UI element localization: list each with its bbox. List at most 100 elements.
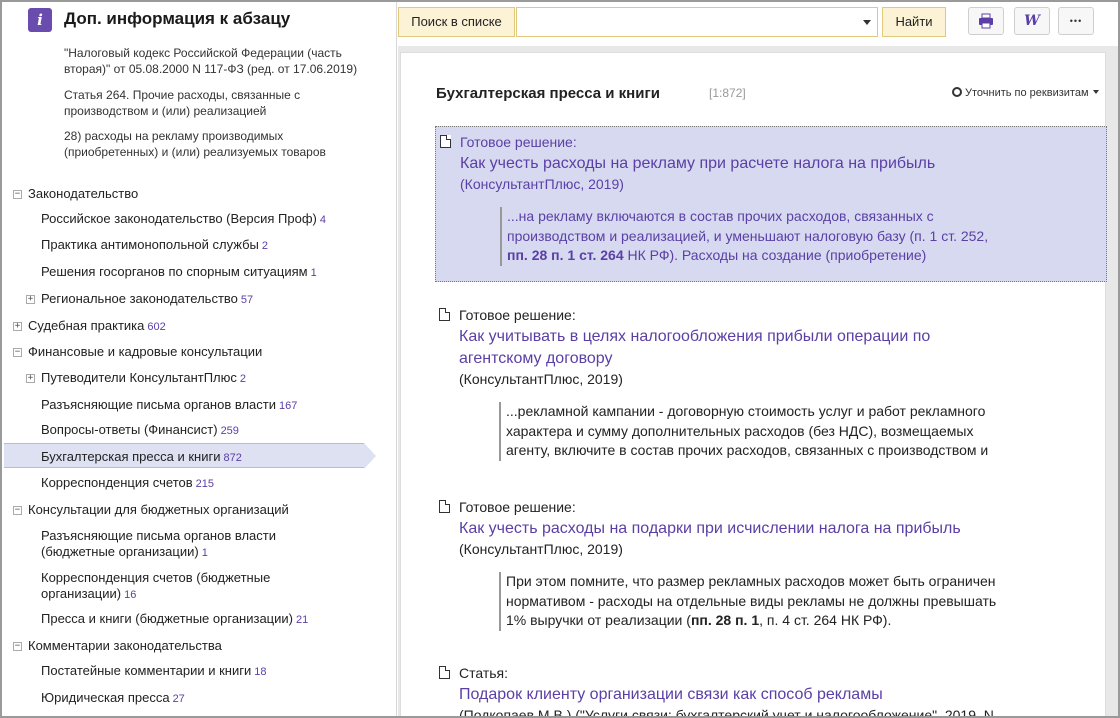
tree-item[interactable]: Бухгалтерская пресса и книги 872 [41, 449, 242, 466]
tree-item-count: 1 [310, 267, 317, 279]
result-type: Готовое решение: [460, 134, 577, 150]
tree-item[interactable]: Законодательство [28, 186, 138, 202]
context-document[interactable]: "Налоговый кодекс Российской Федерации (… [64, 45, 384, 77]
section-title: Бухгалтерская пресса и книги [436, 85, 660, 102]
tree-item-label-cont: организации) [41, 586, 122, 601]
tree-item-count: 21 [295, 614, 309, 626]
tree-item[interactable]: Разъясняющие письма органов власти (бюдже… [41, 528, 276, 561]
print-button[interactable] [968, 7, 1004, 35]
tree-item[interactable]: Финансовые и кадровые консультации [28, 344, 262, 360]
tree-item-label: Вопросы-ответы (Финансист) [41, 422, 218, 437]
document-icon [439, 500, 450, 513]
tree-item[interactable]: Решения госорганов по спорным ситуациям 1 [41, 264, 317, 281]
tree-item-label: Судебная практика [28, 318, 145, 333]
collapse-icon[interactable]: − [13, 642, 22, 651]
result-source: (КонсультантПлюс, 2019) [460, 176, 624, 192]
tree-item-count: 18 [254, 666, 267, 678]
tree-item-label: Разъясняющие письма органов власти [41, 397, 276, 412]
result-card[interactable]: Готовое решение: Как учитывать в целях на… [435, 300, 1107, 470]
tree-item-label: Комментарии законодательства [28, 638, 222, 653]
context-article[interactable]: Статья 264. Прочие расходы, связанные с … [64, 87, 324, 119]
tree-item-count: 2 [261, 240, 268, 252]
tree-item[interactable]: Разъясняющие письма органов власти 167 [41, 397, 297, 414]
result-snippet: ...рекламной кампании - договорную стоим… [499, 402, 1079, 461]
result-title-line: Как учитывать в целях налогообложения пр… [459, 328, 931, 345]
result-title-link[interactable]: Как учитывать в целях налогообложения пр… [459, 326, 1069, 370]
tree-item[interactable]: Путеводители КонсультантПлюс 2 [41, 370, 246, 387]
tree-item-label: Решения госорганов по спорным ситуациям [41, 264, 308, 279]
result-title-link[interactable]: Как учесть расходы на рекламу при расчет… [460, 153, 1070, 175]
find-button[interactable]: Найти [882, 7, 946, 37]
tree-item[interactable]: Юридическая пресса 27 [41, 690, 185, 707]
word-export-button[interactable]: W [1014, 7, 1050, 35]
context-paragraph[interactable]: 28) расходы на рекламу производимых (при… [64, 128, 354, 160]
chevron-down-icon[interactable] [863, 20, 871, 25]
result-type: Готовое решение: [459, 499, 576, 515]
tree-item-label: Путеводители КонсультантПлюс [41, 370, 237, 385]
tree-item[interactable]: Постатейные комментарии и книги 18 [41, 663, 267, 680]
expand-icon[interactable]: + [13, 322, 22, 331]
result-source: (КонсультантПлюс, 2019) [459, 541, 623, 557]
tree-item-count: 2 [239, 373, 247, 385]
result-type: Готовое решение: [459, 307, 576, 323]
result-type: Статья: [459, 665, 509, 681]
result-snippet: ...на рекламу включаются в состав прочих… [500, 207, 1080, 266]
tree-item-label: Консультации для бюджетных организаций [28, 502, 289, 517]
tree-item[interactable]: Пресса и книги (бюджетные организации) 21 [41, 611, 308, 628]
collapse-icon[interactable]: − [13, 190, 22, 199]
tree-item-label: Финансовые и кадровые консультации [28, 344, 263, 359]
expand-icon[interactable]: + [26, 374, 35, 383]
tree-item-count: 1 [201, 547, 208, 559]
tree-item-count: 16 [124, 589, 137, 601]
tree-item-label: Бухгалтерская пресса и книги [41, 449, 221, 464]
tree-item[interactable]: Корреспонденция счетов (бюджетные организ… [41, 570, 270, 603]
expand-icon[interactable]: + [26, 295, 35, 304]
tree-item-count: 27 [172, 693, 185, 705]
tree-item[interactable]: Корреспонденция счетов 215 [41, 475, 214, 492]
tree-item[interactable]: Консультации для бюджетных организаций [28, 502, 289, 518]
tree-item-count: 872 [223, 452, 242, 464]
result-title-line: Подарок клиенту организации связи как сп… [459, 686, 883, 703]
tree-item-label: Корреспонденция счетов (бюджетные [41, 570, 271, 585]
result-title-link[interactable]: Как учесть расходы на подарки при исчисл… [459, 518, 1069, 540]
document-icon [440, 135, 451, 148]
tree-item[interactable]: Судебная практика 602 [28, 318, 166, 335]
tree-item[interactable]: Практика антимонопольной службы 2 [41, 237, 268, 254]
tree-item[interactable]: Вопросы-ответы (Финансист) 259 [41, 422, 239, 439]
tree-item-count: 4 [319, 214, 327, 226]
tree-item-label-cont: (бюджетные организации) [41, 544, 199, 559]
tree-item-count: 57 [240, 294, 254, 306]
document-icon [439, 308, 450, 321]
search-in-list-label[interactable]: Поиск в списке [398, 7, 515, 37]
refine-search-link[interactable]: Уточнить по реквизитам [952, 87, 1099, 99]
printer-icon [979, 13, 993, 29]
result-source: (Подкопаев М.В.) ("Услуги связи: бухгалт… [459, 707, 994, 718]
tree-item-label: Российское законодательство (Версия Проф… [41, 211, 317, 226]
result-source: (КонсультантПлюс, 2019) [459, 371, 623, 387]
app-window: i Доп. информация к абзацу "Налоговый ко… [0, 0, 1120, 718]
word-icon: W [1024, 13, 1040, 29]
more-icon: ••• [1069, 16, 1083, 26]
tree-item-label: Постатейные комментарии и книги [41, 663, 252, 678]
result-title-link[interactable]: Подарок клиенту организации связи как сп… [459, 684, 1069, 706]
collapse-icon[interactable]: − [13, 506, 22, 515]
result-card[interactable]: Статья: Подарок клиенту организации связи… [435, 658, 1107, 718]
tree-item-label: Региональное законодательство [41, 291, 238, 306]
chevron-down-icon [1092, 90, 1099, 94]
collapse-icon[interactable]: − [13, 348, 22, 357]
tree-item[interactable]: Региональное законодательство 57 [41, 291, 253, 308]
search-input[interactable] [516, 7, 878, 37]
tree-item-label: Юридическая пресса [41, 690, 170, 705]
tree-item-count: 215 [195, 478, 215, 490]
tree-item[interactable]: Российское законодательство (Версия Проф… [41, 211, 326, 228]
result-card[interactable]: Готовое решение: Как учесть расходы на по… [435, 492, 1107, 642]
result-snippet: При этом помните, что размер рекламных р… [499, 572, 1079, 631]
result-card[interactable]: Готовое решение: Как учесть расходы на ре… [435, 126, 1107, 282]
more-button[interactable]: ••• [1058, 7, 1094, 35]
tree-item-label: Законодательство [28, 186, 139, 201]
tree-item-count: 259 [220, 425, 239, 437]
tree-item[interactable]: Комментарии законодательства [28, 638, 222, 654]
tree-item-label: Разъясняющие письма органов власти [41, 528, 276, 543]
info-logo-icon: i [28, 8, 52, 32]
tree-item-count: 602 [147, 321, 166, 333]
